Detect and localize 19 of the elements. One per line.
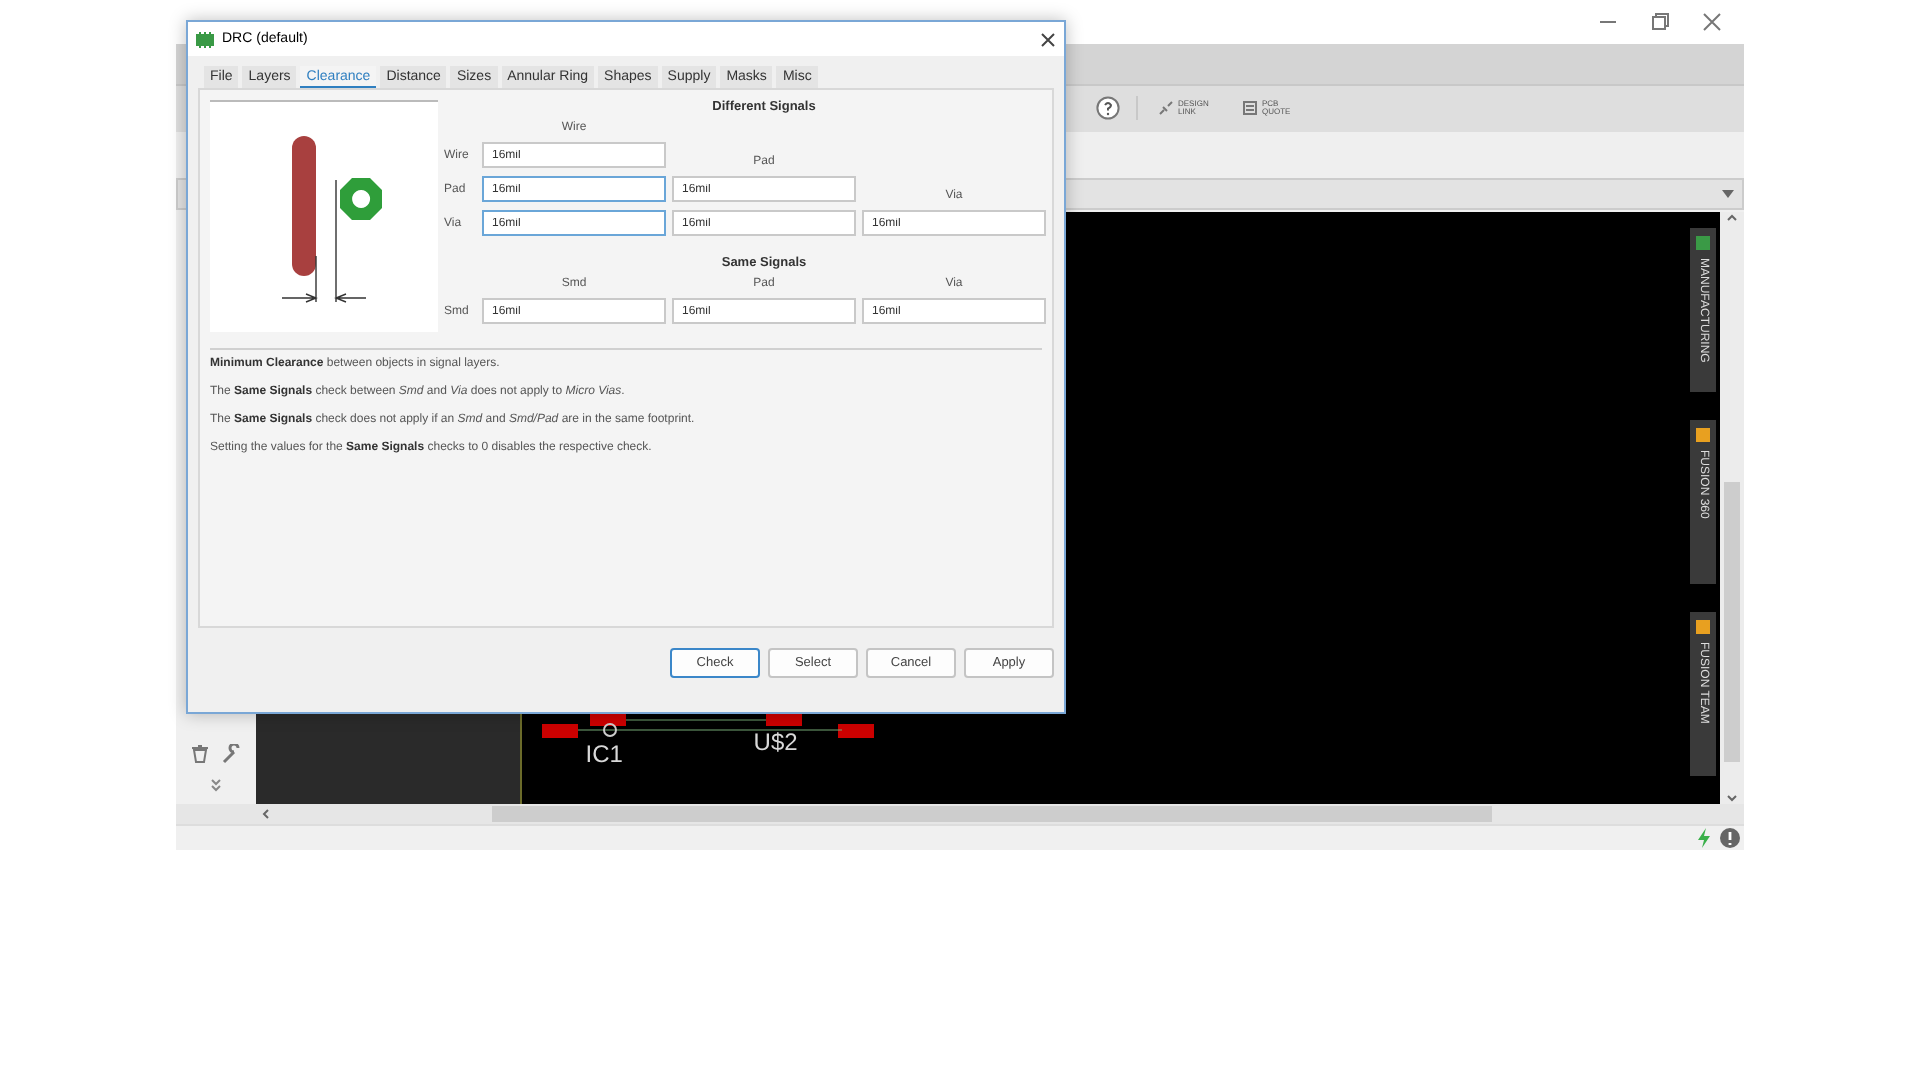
wrench-icon[interactable] (221, 744, 242, 765)
scroll-up-icon[interactable] (1726, 212, 1738, 225)
horizontal-scrollbar[interactable] (176, 804, 1744, 825)
trash-icon[interactable] (189, 744, 210, 765)
restore-icon[interactable] (1648, 9, 1672, 34)
close-icon[interactable] (1700, 9, 1724, 34)
scroll-left-icon[interactable] (260, 808, 272, 821)
scroll-down-icon[interactable] (1726, 792, 1738, 805)
component-label: U$2 (753, 728, 798, 757)
lightning-icon[interactable] (1694, 828, 1714, 849)
info-icon[interactable] (1720, 828, 1740, 849)
caret-icon (1722, 190, 1734, 199)
close-icon[interactable] (1040, 31, 1056, 47)
help-icon[interactable] (1096, 96, 1138, 121)
board-icon (196, 31, 214, 47)
document-icon[interactable] (1242, 100, 1258, 117)
double-chevron-icon[interactable] (205, 776, 226, 797)
component-label: IC1 (585, 740, 623, 769)
vertical-scrollbar[interactable] (1720, 212, 1744, 805)
